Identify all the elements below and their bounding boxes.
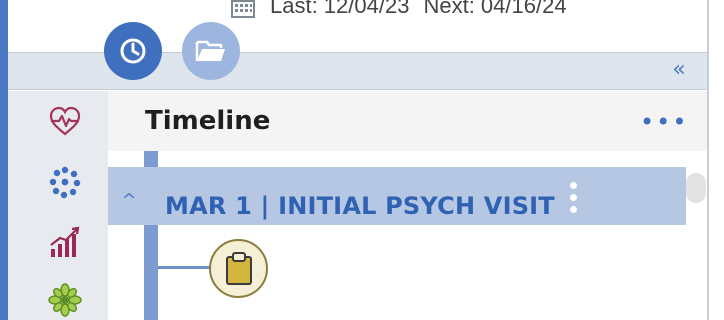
scrollbar-thumb[interactable] (686, 173, 706, 203)
flower-icon[interactable] (48, 283, 82, 317)
timeline-connector (158, 266, 210, 269)
menu-dot (570, 182, 577, 189)
menu-dot (570, 194, 577, 201)
app-window: Last: 12/04/23 Next: 04/16/24 « Timeline… (0, 0, 724, 320)
clipboard-document-node[interactable] (209, 239, 268, 298)
folder-icon (195, 40, 225, 61)
collapse-entry-chevron-icon[interactable]: ^ (117, 190, 141, 212)
menu-dot (570, 206, 577, 213)
last-visit-date: Last: 12/04/23 (270, 0, 410, 18)
documents-folder-button[interactable] (182, 22, 240, 80)
clipboard-icon (225, 251, 252, 285)
next-visit-date: Next: 04/16/24 (423, 0, 567, 18)
timeline-title: Timeline (145, 106, 271, 136)
trend-chart-icon[interactable] (48, 225, 82, 259)
timeline-view-button[interactable] (104, 22, 162, 80)
sidebar-icon-rail (8, 91, 108, 320)
visit-dates-header: Last: 12/04/23 Next: 04/16/24 (230, 0, 567, 22)
heartbeat-icon[interactable] (48, 105, 82, 139)
left-accent-bar (0, 0, 8, 320)
right-panel-divider (707, 0, 709, 320)
visit-entry-title[interactable]: MAR 1 | INITIAL PSYCH VISIT (165, 192, 555, 220)
timeline-more-options-button[interactable]: ••• (640, 108, 686, 136)
collapse-panel-button[interactable]: « (668, 59, 690, 81)
clock-icon (120, 38, 146, 64)
calendar-icon (231, 0, 255, 18)
visit-entry-menu-button[interactable] (562, 180, 584, 216)
dots-circle-icon[interactable] (48, 165, 82, 199)
